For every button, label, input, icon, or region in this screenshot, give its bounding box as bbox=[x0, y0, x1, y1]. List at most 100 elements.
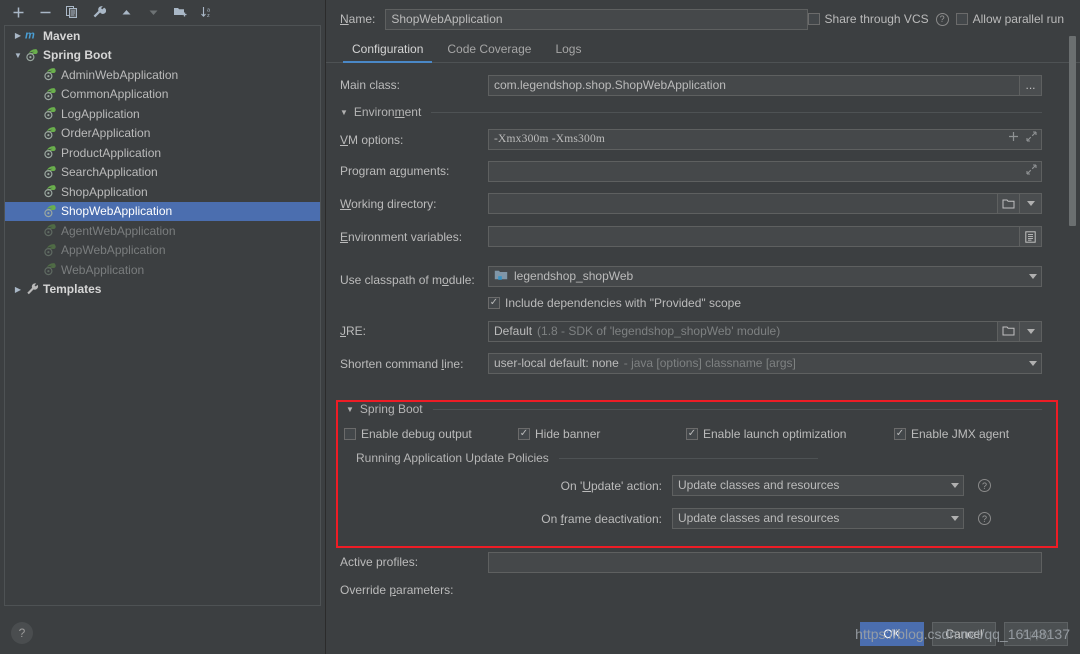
include-provided-checkbox[interactable]: Include dependencies with "Provided" sco… bbox=[488, 296, 741, 310]
override-parameters-row: Override parameters: bbox=[326, 577, 1080, 603]
enable-jmx-agent-box[interactable] bbox=[894, 428, 906, 440]
header-options: Share through VCS ? Allow parallel run bbox=[808, 12, 1070, 26]
tree-item-templates[interactable]: ▶ Templates bbox=[5, 280, 320, 300]
share-vcs-box[interactable] bbox=[808, 13, 820, 25]
vm-options-input[interactable]: -Xmx300m -Xms300m bbox=[488, 129, 1042, 150]
new-folder-icon[interactable] bbox=[172, 4, 188, 20]
enable-debug-output-checkbox[interactable]: Enable debug output bbox=[344, 427, 518, 441]
tree-spacer: · bbox=[29, 109, 43, 118]
chevron-down-icon[interactable]: ▼ bbox=[340, 108, 348, 117]
environment-variables-edit-button[interactable] bbox=[1020, 226, 1042, 247]
on-update-action-arrow[interactable] bbox=[951, 476, 959, 495]
enable-jmx-agent-checkbox[interactable]: Enable JMX agent bbox=[894, 427, 1009, 441]
update-policies-header: Running Application Update Policies bbox=[326, 447, 1080, 469]
hide-banner-box[interactable] bbox=[518, 428, 530, 440]
share-vcs-checkbox[interactable]: Share through VCS bbox=[808, 12, 929, 26]
wrench-icon[interactable] bbox=[91, 4, 107, 20]
include-provided-box[interactable] bbox=[488, 297, 500, 309]
tree-item-shopwebapplication[interactable]: ·ShopWebApplication bbox=[5, 202, 320, 222]
help-button[interactable]: ? bbox=[11, 622, 33, 644]
name-input[interactable] bbox=[385, 9, 807, 30]
jre-dropdown-button[interactable] bbox=[1020, 321, 1042, 342]
on-frame-deactivation-help-icon[interactable]: ? bbox=[978, 512, 991, 525]
tree-item-shopapplication[interactable]: ·ShopApplication bbox=[5, 182, 320, 202]
on-update-action-help-icon[interactable]: ? bbox=[978, 479, 991, 492]
jre-browse-button[interactable] bbox=[998, 321, 1020, 342]
chevron-down-icon[interactable]: ▼ bbox=[11, 51, 25, 60]
apply-button[interactable]: Apply bbox=[1004, 622, 1068, 646]
ok-button[interactable]: OK bbox=[860, 622, 924, 646]
move-down-icon[interactable] bbox=[145, 4, 161, 20]
chevron-down-icon bbox=[951, 483, 959, 488]
name-row: Name: Share through VCS ? Allow parallel… bbox=[326, 0, 1080, 30]
configurations-tree[interactable]: ▶mMaven▼Spring Boot·AdminWebApplication·… bbox=[4, 25, 321, 606]
environment-section-header[interactable]: ▼ Environment bbox=[326, 100, 1080, 124]
allow-parallel-run-checkbox[interactable]: Allow parallel run bbox=[956, 12, 1064, 26]
tree-item-webapplication[interactable]: ·WebApplication bbox=[5, 260, 320, 280]
tree-item-orderapplication[interactable]: ·OrderApplication bbox=[5, 124, 320, 144]
section-divider bbox=[433, 409, 1042, 410]
tree-item-maven[interactable]: ▶mMaven bbox=[5, 26, 320, 46]
hide-banner-checkbox[interactable]: Hide banner bbox=[518, 427, 686, 441]
spring-boot-section-header[interactable]: ▼ Spring Boot bbox=[326, 397, 1080, 421]
copy-icon[interactable] bbox=[64, 4, 80, 20]
section-divider bbox=[559, 458, 818, 459]
wrench-icon bbox=[25, 282, 40, 297]
main-class-input[interactable]: com.legendshop.shop.ShopWebApplication bbox=[488, 75, 1020, 96]
tree-item-logapplication[interactable]: ·LogApplication bbox=[5, 104, 320, 124]
main-class-browse-button[interactable]: ... bbox=[1020, 75, 1042, 96]
tree-item-productapplication[interactable]: ·ProductApplication bbox=[5, 143, 320, 163]
tree-item-appwebapplication[interactable]: ·AppWebApplication bbox=[5, 241, 320, 261]
tab-code-coverage[interactable]: Code Coverage bbox=[435, 37, 543, 62]
share-vcs-help-icon[interactable]: ? bbox=[936, 13, 949, 26]
working-directory-dropdown-button[interactable] bbox=[1020, 193, 1042, 214]
tree-item-commonapplication[interactable]: ·CommonApplication bbox=[5, 85, 320, 105]
move-up-icon[interactable] bbox=[118, 4, 134, 20]
tree-item-spring-boot[interactable]: ▼Spring Boot bbox=[5, 46, 320, 66]
shorten-command-line-dropdown[interactable]: user-local default: none - java [options… bbox=[488, 353, 1042, 374]
working-directory-browse-button[interactable] bbox=[998, 193, 1020, 214]
use-classpath-dropdown[interactable]: legendshop_shopWeb bbox=[488, 266, 1042, 287]
scrollbar-thumb[interactable] bbox=[1069, 36, 1076, 226]
environment-section-title: Environment bbox=[354, 105, 421, 119]
tab-configuration[interactable]: Configuration bbox=[340, 37, 435, 62]
cancel-button[interactable]: Cancel bbox=[932, 622, 996, 646]
chevron-down-icon[interactable]: ▼ bbox=[346, 405, 354, 414]
spring-boot-checkboxes: Enable debug outputHide bannerEnable lau… bbox=[326, 421, 1080, 447]
jre-dropdown[interactable]: Default (1.8 - SDK of 'legendshop_shopWe… bbox=[488, 321, 998, 342]
chevron-right-icon[interactable]: ▶ bbox=[11, 285, 25, 294]
add-macro-icon[interactable] bbox=[1008, 130, 1019, 149]
remove-icon[interactable] bbox=[37, 4, 53, 20]
allow-parallel-run-box[interactable] bbox=[956, 13, 968, 25]
tree-item-agentwebapplication[interactable]: ·AgentWebApplication bbox=[5, 221, 320, 241]
on-frame-deactivation-arrow[interactable] bbox=[951, 509, 959, 528]
environment-variables-input[interactable] bbox=[488, 226, 1020, 247]
sort-alphabetically-icon[interactable]: a z bbox=[199, 4, 215, 20]
shorten-command-line-arrow[interactable] bbox=[1029, 354, 1037, 373]
working-directory-input[interactable] bbox=[488, 193, 998, 214]
on-update-action-dropdown[interactable]: Update classes and resources bbox=[672, 475, 964, 496]
use-classpath-arrow[interactable] bbox=[1029, 267, 1037, 286]
tree-item-label: Templates bbox=[43, 282, 101, 296]
enable-launch-optimization-checkbox[interactable]: Enable launch optimization bbox=[686, 427, 894, 441]
expand-editor-icon[interactable] bbox=[1026, 130, 1037, 149]
expand-editor-icon[interactable] bbox=[1026, 162, 1037, 181]
tree-item-adminwebapplication[interactable]: ·AdminWebApplication bbox=[5, 65, 320, 85]
active-profiles-input[interactable] bbox=[488, 552, 1042, 573]
tab-logs[interactable]: Logs bbox=[543, 37, 593, 62]
tree-item-searchapplication[interactable]: ·SearchApplication bbox=[5, 163, 320, 183]
editor-scrollbar[interactable] bbox=[1068, 36, 1077, 606]
enable-launch-optimization-box[interactable] bbox=[686, 428, 698, 440]
program-arguments-input[interactable] bbox=[488, 161, 1042, 182]
chevron-right-icon[interactable]: ▶ bbox=[11, 31, 25, 40]
working-directory-row: Working directory: bbox=[326, 187, 1080, 220]
vm-options-row: VM options: -Xmx300m -Xms300m bbox=[326, 124, 1080, 155]
program-arguments-label: Program arguments: bbox=[340, 164, 488, 178]
add-icon[interactable] bbox=[10, 4, 26, 20]
spring-icon bbox=[43, 126, 58, 141]
on-frame-deactivation-dropdown[interactable]: Update classes and resources bbox=[672, 508, 964, 529]
configurations-sidebar: a z ▶mMaven▼Spring Boot·AdminWebApplicat… bbox=[0, 0, 326, 654]
on-frame-deactivation-label: On frame deactivation: bbox=[340, 512, 672, 526]
use-classpath-label: Use classpath of module: bbox=[340, 273, 488, 287]
enable-debug-output-box[interactable] bbox=[344, 428, 356, 440]
